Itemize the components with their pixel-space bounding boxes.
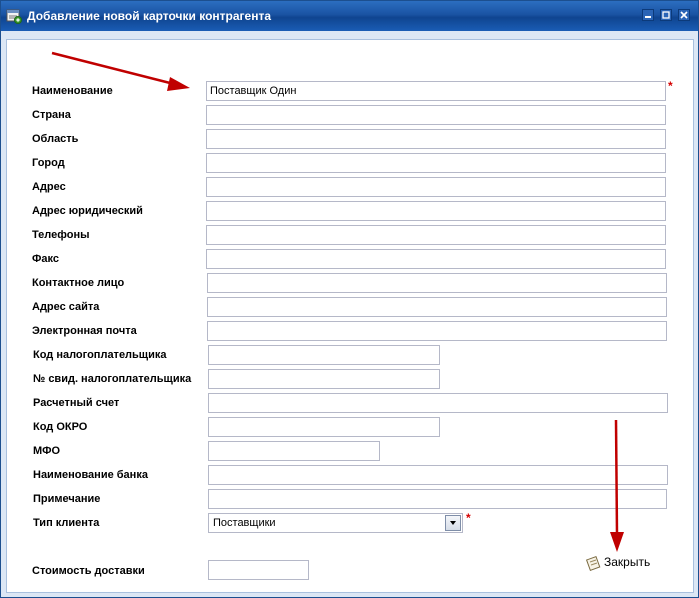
region-field[interactable] (206, 129, 666, 149)
label-delivery-cost: Стоимость доставки (32, 565, 145, 577)
label-bank-account: Расчетный счет (33, 397, 120, 409)
client-type-select[interactable]: Поставщики (208, 513, 463, 533)
label-taxpayer-certificate: № свид. налогоплательщика (33, 373, 192, 385)
label-phones: Телефоны (32, 229, 90, 241)
label-address: Адрес (32, 181, 66, 193)
label-taxpayer-code: Код налогоплательщика (33, 349, 167, 361)
close-icon[interactable] (678, 9, 690, 21)
taxpayer-certificate-field[interactable] (208, 369, 440, 389)
mfo-field[interactable] (208, 441, 380, 461)
contact-person-field[interactable] (207, 273, 667, 293)
legal-address-field[interactable] (206, 201, 666, 221)
card-window-icon (6, 9, 22, 24)
label-mfo: МФО (33, 445, 61, 457)
window-title: Добавление новой карточки контрагента (27, 9, 272, 23)
close-button-label: Закрыть (604, 555, 651, 569)
label-region: Область (32, 133, 79, 145)
okpo-code-field[interactable] (208, 417, 440, 437)
label-city: Город (32, 157, 65, 169)
country-field[interactable] (206, 105, 666, 125)
label-note: Примечание (33, 493, 101, 505)
chevron-down-icon (450, 521, 456, 525)
bank-name-field[interactable] (208, 465, 668, 485)
taxpayer-code-field[interactable] (208, 345, 440, 365)
label-client-type: Тип клиента (33, 517, 100, 529)
city-field[interactable] (206, 153, 666, 173)
note-field[interactable] (208, 489, 667, 509)
client-type-value: Поставщики (213, 517, 276, 529)
required-marker: * (668, 79, 673, 93)
dialog-window: Добавление новой карточки контрагента На… (0, 0, 699, 598)
address-field[interactable] (206, 177, 666, 197)
label-website: Адрес сайта (32, 301, 100, 313)
email-field[interactable] (207, 321, 667, 341)
label-contact-person: Контактное лицо (32, 277, 125, 289)
dropdown-button[interactable] (445, 515, 461, 531)
label-bank-name: Наименование банка (33, 469, 148, 481)
name-field[interactable] (206, 81, 666, 101)
fax-field[interactable] (206, 249, 666, 269)
label-name: Наименование (32, 85, 113, 97)
website-field[interactable] (207, 297, 667, 317)
label-fax: Факс (32, 253, 59, 265)
minimize-icon[interactable] (642, 9, 654, 21)
label-country: Страна (32, 109, 71, 121)
label-email: Электронная почта (32, 325, 137, 337)
required-marker: * (466, 511, 471, 525)
label-legal-address: Адрес юридический (32, 205, 143, 217)
delivery-cost-field[interactable] (208, 560, 309, 580)
form-panel: Наименование * Страна Область Город Адре… (6, 39, 694, 593)
title-bar[interactable]: Добавление новой карточки контрагента (1, 1, 698, 31)
close-action-icon (586, 555, 601, 571)
phones-field[interactable] (206, 225, 666, 245)
bank-account-field[interactable] (208, 393, 668, 413)
maximize-icon[interactable] (660, 9, 672, 21)
label-okpo-code: Код ОКРО (33, 421, 88, 433)
